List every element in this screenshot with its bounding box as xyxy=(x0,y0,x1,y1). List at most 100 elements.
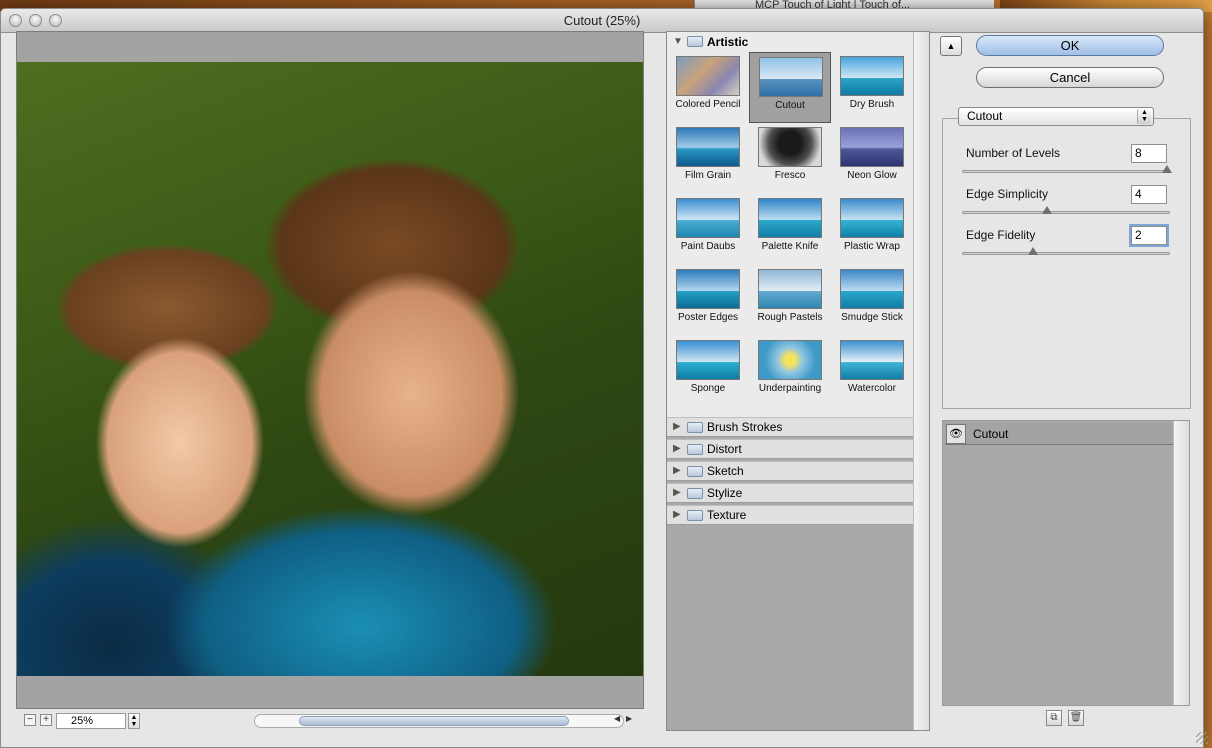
ok-button[interactable]: OK xyxy=(976,35,1164,56)
filter-thumb-smudge-stick[interactable]: Smudge Stick xyxy=(831,265,913,336)
filter-thumb-image xyxy=(840,269,904,309)
filter-select[interactable]: Cutout ▲ ▼ xyxy=(958,107,1154,126)
param-value-field[interactable]: 2 xyxy=(1131,226,1167,245)
window-title: Cutout (25%) xyxy=(563,13,641,28)
cancel-button[interactable]: Cancel xyxy=(976,67,1164,88)
filter-thumb-dry-brush[interactable]: Dry Brush xyxy=(831,52,913,123)
category-label: Stylize xyxy=(707,486,743,500)
category-stylize[interactable]: ▶ Stylize xyxy=(667,483,913,503)
filter-thumb-image xyxy=(840,56,904,96)
filter-thumb-colored-pencil[interactable]: Colored Pencil xyxy=(667,52,749,123)
category-sketch[interactable]: ▶ Sketch xyxy=(667,461,913,481)
filter-thumb-poster-edges[interactable]: Poster Edges xyxy=(667,265,749,336)
filter-thumb-label: Paint Daubs xyxy=(680,241,736,252)
filter-thumb-sponge[interactable]: Sponge xyxy=(667,336,749,407)
filter-thumb-image xyxy=(676,340,740,380)
category-label: Artistic xyxy=(707,35,749,49)
filter-thumb-film-grain[interactable]: Film Grain xyxy=(667,123,749,194)
slider-thumb[interactable] xyxy=(1162,165,1172,173)
slider-thumb[interactable] xyxy=(1042,206,1052,214)
resize-grip[interactable] xyxy=(1196,732,1208,744)
filter-thumb-paint-daubs[interactable]: Paint Daubs xyxy=(667,194,749,265)
effect-layer-row[interactable]: 👁 Cutout xyxy=(945,423,1173,445)
disclosure-closed-icon: ▶ xyxy=(673,443,681,454)
new-effect-layer-icon[interactable]: ⧉ xyxy=(1046,710,1062,726)
layers-scrollbar[interactable] xyxy=(1173,421,1189,705)
filter-thumb-label: Dry Brush xyxy=(849,99,895,110)
filter-thumb-image xyxy=(758,127,822,167)
scrollbar-thumb[interactable] xyxy=(299,716,569,726)
param-value-field[interactable]: 4 xyxy=(1131,185,1167,204)
horizontal-scrollbar[interactable] xyxy=(254,714,624,728)
filter-thumb-label: Rough Pastels xyxy=(757,312,823,323)
folder-icon xyxy=(687,488,703,499)
preview-pane[interactable] xyxy=(16,31,644,709)
slider-thumb[interactable] xyxy=(1028,247,1038,255)
folder-icon xyxy=(687,444,703,455)
effect-layers-panel: 👁 Cutout xyxy=(942,420,1190,706)
filter-thumb-image xyxy=(758,198,822,238)
category-label: Sketch xyxy=(707,464,744,478)
zoom-stepper[interactable]: ▲ ▼ xyxy=(128,713,140,729)
filter-thumb-label: Plastic Wrap xyxy=(844,241,900,252)
param-label: Number of Levels xyxy=(966,146,1061,160)
category-distort[interactable]: ▶ Distort xyxy=(667,439,913,459)
filter-thumb-image xyxy=(840,340,904,380)
filter-thumb-image xyxy=(676,269,740,309)
zoom-window-button[interactable] xyxy=(49,14,62,27)
filter-thumb-neon-glow[interactable]: Neon Glow xyxy=(831,123,913,194)
preview-toolbar: − + 25% ▲ ▼ ◀ ▶ xyxy=(16,712,646,730)
gallery-scrollbar[interactable] xyxy=(913,32,929,730)
minimize-window-button[interactable] xyxy=(29,14,42,27)
filter-thumb-label: Sponge xyxy=(690,383,726,394)
delete-effect-layer-icon[interactable]: 🗑 xyxy=(1068,710,1084,726)
filter-thumb-rough-pastels[interactable]: Rough Pastels xyxy=(749,265,831,336)
zoom-out-button[interactable]: − xyxy=(24,714,36,726)
zoom-level-field[interactable]: 25% xyxy=(56,713,126,729)
filter-thumb-image xyxy=(758,269,822,309)
filter-thumb-label: Smudge Stick xyxy=(841,312,903,323)
filter-thumb-label: Neon Glow xyxy=(847,170,897,181)
param-slider[interactable] xyxy=(962,247,1170,255)
eye-icon[interactable]: 👁 xyxy=(946,424,966,444)
filter-thumb-image xyxy=(840,198,904,238)
filter-thumb-label: Cutout xyxy=(775,100,805,111)
param-value-field[interactable]: 8 xyxy=(1131,144,1167,163)
disclosure-closed-icon: ▶ xyxy=(673,421,681,432)
filter-thumb-fresco[interactable]: Fresco xyxy=(749,123,831,194)
filter-thumb-image xyxy=(676,198,740,238)
param-label: Edge Simplicity xyxy=(966,187,1049,201)
filter-thumb-plastic-wrap[interactable]: Plastic Wrap xyxy=(831,194,913,265)
category-label: Distort xyxy=(707,442,742,456)
close-window-button[interactable] xyxy=(9,14,22,27)
filter-thumb-watercolor[interactable]: Watercolor xyxy=(831,336,913,407)
folder-icon xyxy=(687,36,703,47)
filter-select-value: Cutout xyxy=(967,109,1003,123)
param-slider[interactable] xyxy=(962,206,1170,214)
folder-icon xyxy=(687,510,703,521)
scroll-right-icon[interactable]: ▶ xyxy=(626,714,632,723)
param-label: Edge Fidelity xyxy=(966,228,1036,242)
titlebar: Cutout (25%) xyxy=(1,9,1203,33)
param-slider[interactable] xyxy=(962,165,1172,173)
filter-thumb-underpainting[interactable]: Underpainting xyxy=(749,336,831,407)
category-label: Brush Strokes xyxy=(707,420,783,434)
zoom-in-button[interactable]: + xyxy=(40,714,52,726)
filter-thumbnails: Colored Pencil Cutout Dry Brush Film Grain F… xyxy=(667,52,913,417)
scroll-left-icon[interactable]: ◀ xyxy=(614,714,620,723)
filter-thumb-cutout[interactable]: Cutout xyxy=(749,52,831,123)
filter-thumb-label: Poster Edges xyxy=(677,312,739,323)
category-brush-strokes[interactable]: ▶ Brush Strokes xyxy=(667,417,913,437)
filter-thumb-image xyxy=(676,127,740,167)
preview-image[interactable] xyxy=(17,62,643,676)
filter-thumb-label: Colored Pencil xyxy=(675,99,741,110)
folder-icon xyxy=(687,466,703,477)
filter-thumb-palette-knife[interactable]: Palette Knife xyxy=(749,194,831,265)
folder-icon xyxy=(687,422,703,433)
filter-thumb-label: Underpainting xyxy=(758,383,822,394)
category-texture[interactable]: ▶ Texture xyxy=(667,505,913,525)
category-artistic[interactable]: ▼ Artistic xyxy=(667,32,913,52)
disclosure-closed-icon: ▶ xyxy=(673,509,681,520)
filter-thumb-image xyxy=(676,56,740,96)
collapse-gallery-button[interactable]: ▲ xyxy=(940,36,962,56)
